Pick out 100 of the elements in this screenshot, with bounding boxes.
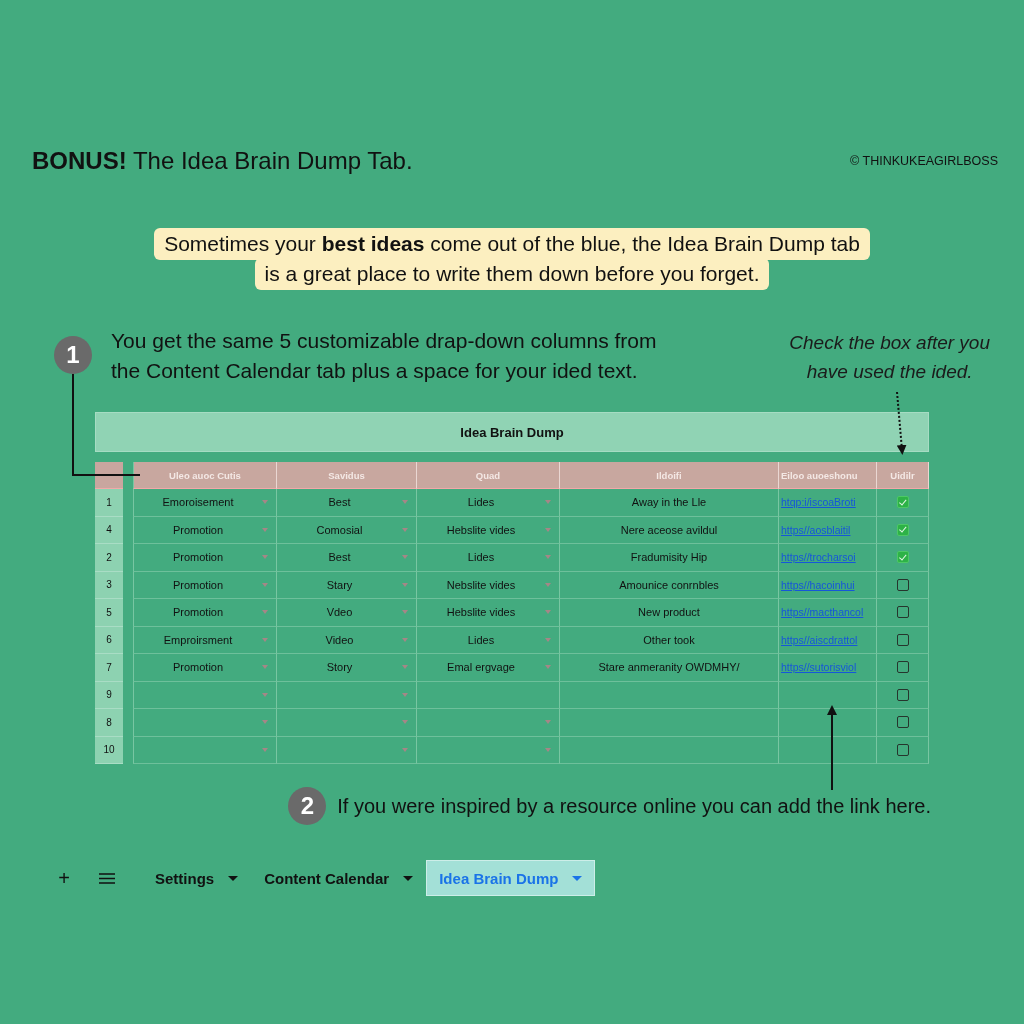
intro-text: Sometimes your best ideas come out of the blue, the Idea Brain Dump tab [154, 228, 870, 260]
caret-icon [545, 610, 551, 615]
caret-icon [402, 637, 408, 642]
caret-icon [545, 527, 551, 532]
caret-icon [262, 747, 268, 752]
checkbox[interactable] [896, 523, 909, 536]
column-header: Uleo auoc Cutis [133, 462, 277, 489]
sheet-tab[interactable]: Settings [142, 860, 252, 896]
checkbox[interactable] [896, 716, 909, 729]
caret-icon [402, 747, 408, 752]
dropdown-cell[interactable]: Stary [277, 571, 417, 599]
dropdown-cell[interactable]: Story [277, 654, 417, 682]
row-number: 7 [95, 654, 123, 682]
add-sheet-button[interactable]: + [56, 868, 72, 888]
dropdown-cell[interactable]: Best [277, 489, 417, 517]
table-cell: New product [560, 599, 779, 627]
step-number: 1 [54, 336, 92, 374]
checkbox[interactable] [896, 688, 909, 701]
caret-icon [402, 692, 408, 697]
dropdown-cell[interactable]: Emal ergvage [417, 654, 560, 682]
caret-icon [545, 747, 551, 752]
dropdown-cell[interactable]: Lides [417, 544, 560, 572]
caret-icon [572, 875, 583, 881]
table-cell: Amounice conrnbles [560, 571, 779, 599]
dropdown-cell[interactable] [417, 736, 560, 764]
table-cell: Nere aceose avildul [560, 516, 779, 544]
column-header: Savidus [277, 462, 417, 489]
dropdown-cell[interactable] [277, 736, 417, 764]
checkbox[interactable] [896, 743, 909, 756]
sheet-title: Idea Brain Dump [95, 412, 929, 452]
row-number: 1 [95, 489, 123, 517]
column-header: Quad [417, 462, 560, 489]
caret-icon [402, 555, 408, 560]
checkbox[interactable] [896, 661, 909, 674]
dropdown-cell[interactable]: Vdeo [277, 599, 417, 627]
row-number: 6 [95, 626, 123, 654]
dropdown-cell[interactable] [133, 736, 277, 764]
caret-icon [545, 555, 551, 560]
annotation-note: Check the box after you have used the ided. [789, 331, 990, 384]
caret-icon [262, 692, 268, 697]
caret-icon [545, 665, 551, 670]
caret-icon [402, 500, 408, 505]
dropdown-cell[interactable]: Promotion [133, 571, 277, 599]
caret-icon [228, 875, 239, 881]
caret-icon [545, 637, 551, 642]
row-number: 2 [95, 544, 123, 572]
caret-icon [402, 665, 408, 670]
column-header: Eiloo auoeshonu [779, 462, 877, 489]
dropdown-cell[interactable]: Promotion [133, 544, 277, 572]
dropdown-cell[interactable]: Emoroisement [133, 489, 277, 517]
row-number: 10 [95, 736, 123, 764]
caret-icon [262, 500, 268, 505]
callout-text: If you were inspired by a resource online you can add the link here. [337, 794, 931, 819]
dropdown-cell[interactable]: Hebslite vides [417, 599, 560, 627]
row-number: 5 [95, 599, 123, 627]
sheet-tab[interactable]: Content Calendar [251, 860, 427, 896]
page-title: BONUS! The Idea Brain Dump Tab. [32, 147, 413, 175]
intro-text: is a great place to write them down before you forget. [254, 258, 770, 290]
dropdown-cell[interactable] [133, 709, 277, 737]
callout-text: You get the same 5 customizable drap-down columns from the Content Calendar tab plus a space for your ided text. [111, 328, 657, 384]
caret-icon [262, 582, 268, 587]
dropdown-cell[interactable] [277, 681, 417, 709]
dropdown-cell[interactable]: Nebslite vides [417, 571, 560, 599]
caret-icon [262, 555, 268, 560]
checkbox[interactable] [896, 606, 909, 619]
table-cell: Stare anmeranity OWDMHY/ [560, 654, 779, 682]
caret-icon [262, 665, 268, 670]
row-number: 4 [95, 516, 123, 544]
caret-icon [545, 500, 551, 505]
checkbox[interactable] [896, 578, 909, 591]
dropdown-cell[interactable]: Promotion [133, 516, 277, 544]
dropdown-cell[interactable] [277, 709, 417, 737]
column-header: Uidilr [877, 462, 929, 489]
caret-icon [402, 610, 408, 615]
dropdown-cell[interactable]: Lides [417, 489, 560, 517]
checkbox[interactable] [896, 633, 909, 646]
dropdown-cell[interactable] [133, 681, 277, 709]
caret-icon [402, 527, 408, 532]
caret-icon [545, 582, 551, 587]
dropdown-cell[interactable] [417, 709, 560, 737]
dropdown-cell[interactable]: Lides [417, 626, 560, 654]
dropdown-cell[interactable]: Promotion [133, 654, 277, 682]
all-sheets-button[interactable] [99, 872, 115, 884]
dropdown-cell[interactable]: Promotion [133, 599, 277, 627]
dropdown-cell[interactable]: Best [277, 544, 417, 572]
menu-icon [99, 872, 115, 884]
checkbox[interactable] [896, 551, 909, 564]
caret-icon [545, 720, 551, 725]
dotted-arrow [896, 391, 907, 455]
caret-icon [403, 875, 414, 881]
dropdown-cell[interactable]: Video [277, 626, 417, 654]
caret-icon [262, 637, 268, 642]
dropdown-cell[interactable]: Emproirsment [133, 626, 277, 654]
caret-icon [402, 720, 408, 725]
row-number: 9 [95, 681, 123, 709]
dropdown-cell[interactable]: Hebslite vides [417, 516, 560, 544]
table-cell: Other took [560, 626, 779, 654]
table-cell: Fradumisity Hip [560, 544, 779, 572]
checkbox[interactable] [896, 496, 909, 509]
dropdown-cell[interactable]: Comosial [277, 516, 417, 544]
